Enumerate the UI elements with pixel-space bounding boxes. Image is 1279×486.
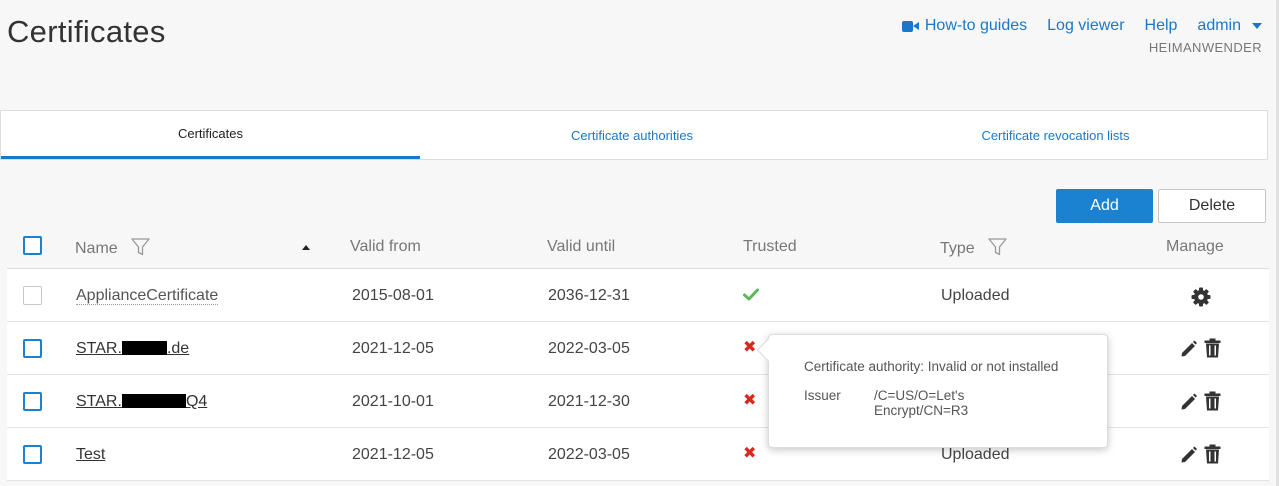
add-button[interactable]: Add (1056, 189, 1153, 223)
column-header-manage: Manage (1166, 238, 1224, 255)
valid-from: 2021-12-05 (352, 446, 434, 463)
top-links: How-to guides Log viewer Help admin (901, 17, 1262, 35)
row-checkbox[interactable] (23, 339, 42, 358)
certificate-name: STAR. Q4 (76, 393, 207, 411)
valid-until: 2022-03-05 (548, 340, 630, 357)
valid-from: 2021-12-05 (352, 340, 434, 357)
valid-until: 2021-12-30 (548, 393, 630, 410)
select-all-checkbox[interactable] (23, 236, 42, 255)
redaction-bar (121, 394, 186, 408)
cross-icon[interactable]: ✖ (743, 393, 756, 409)
howto-guides-link[interactable]: How-to guides (901, 17, 1028, 35)
row-checkbox[interactable] (23, 445, 42, 464)
name-prefix: STAR. (76, 393, 122, 410)
certificate-name: Test (76, 446, 105, 464)
edit-pencil-icon[interactable] (1180, 339, 1198, 358)
column-header-valid-from[interactable]: Valid from (350, 238, 421, 256)
row-checkbox (23, 286, 42, 305)
column-header-trusted[interactable]: Trusted (743, 238, 797, 256)
filter-icon[interactable] (988, 238, 1007, 256)
tab-certificates[interactable]: Certificates (1, 111, 420, 159)
tab-certificate-authorities[interactable]: Certificate authorities (420, 111, 844, 159)
valid-from: 2015-08-01 (352, 287, 434, 304)
trust-tooltip: Certificate authority: Invalid or not in… (756, 334, 1108, 448)
certificate-type: Uploaded (941, 446, 1010, 463)
user-name: admin (1197, 17, 1241, 34)
valid-from: 2021-10-01 (352, 393, 434, 410)
certificate-name: ApplianceCertificate (76, 287, 219, 305)
valid-until: 2022-03-05 (548, 446, 630, 463)
column-header-valid-until[interactable]: Valid until (547, 238, 615, 256)
row-checkbox[interactable] (23, 392, 42, 411)
trash-icon[interactable] (1204, 444, 1221, 464)
gear-icon[interactable] (1191, 287, 1211, 307)
checkmark-icon (743, 288, 759, 301)
column-header-name: Name (75, 238, 150, 258)
page-title: Certificates (7, 14, 166, 49)
trash-icon[interactable] (1204, 338, 1221, 358)
table-row: ApplianceCertificate 2015-08-01 2036-12-… (7, 269, 1269, 322)
delete-button[interactable]: Delete (1158, 189, 1266, 223)
certificate-name: STAR. .de (76, 340, 189, 358)
name-suffix: Q4 (185, 393, 208, 410)
howto-guides-label: How-to guides (924, 17, 1028, 34)
tooltip-ca-status: Certificate authority: Invalid or not in… (804, 359, 1059, 374)
edit-pencil-icon[interactable] (1180, 392, 1198, 411)
tenant-name: HEIMANWENDER (1148, 40, 1262, 55)
cross-icon[interactable]: ✖ (743, 340, 756, 356)
filter-icon[interactable] (131, 238, 150, 256)
tooltip-issuer-value: /C=US/O=Let's Encrypt/CN=R3 (874, 388, 969, 418)
caret-down-icon (1252, 23, 1262, 29)
certificate-name-link[interactable]: ApplianceCertificate (76, 287, 219, 305)
certificate-name-link[interactable]: STAR. .de (76, 340, 189, 357)
tooltip-issuer-label: Issuer (804, 388, 841, 403)
edit-pencil-icon[interactable] (1180, 445, 1198, 464)
column-header-type-label: Type (940, 240, 975, 257)
log-viewer-link[interactable]: Log viewer (1047, 17, 1124, 35)
valid-until: 2036-12-31 (548, 287, 630, 304)
cross-icon[interactable]: ✖ (743, 446, 756, 462)
certificate-name-link[interactable]: STAR. Q4 (76, 393, 207, 410)
video-camera-icon (901, 20, 919, 32)
name-suffix: .de (166, 340, 190, 357)
certificate-name-link[interactable]: Test (76, 446, 105, 463)
tooltip-issuer: Issuer /C=US/O=Let's Encrypt/CN=R3 (804, 388, 1072, 418)
name-prefix: STAR. (76, 340, 122, 357)
tab-certificate-revocation-lists[interactable]: Certificate revocation lists (844, 111, 1267, 159)
tab-bar: Certificates Certificate authorities Cer… (0, 110, 1268, 160)
help-link[interactable]: Help (1145, 17, 1178, 35)
trash-icon[interactable] (1204, 391, 1221, 411)
column-header-type: Type (940, 238, 1007, 258)
user-menu[interactable]: admin (1197, 17, 1262, 35)
certificate-type: Uploaded (941, 287, 1010, 304)
column-header-name-label: Name (75, 240, 118, 257)
redaction-bar (121, 341, 167, 355)
sort-ascending-icon[interactable] (302, 245, 310, 250)
